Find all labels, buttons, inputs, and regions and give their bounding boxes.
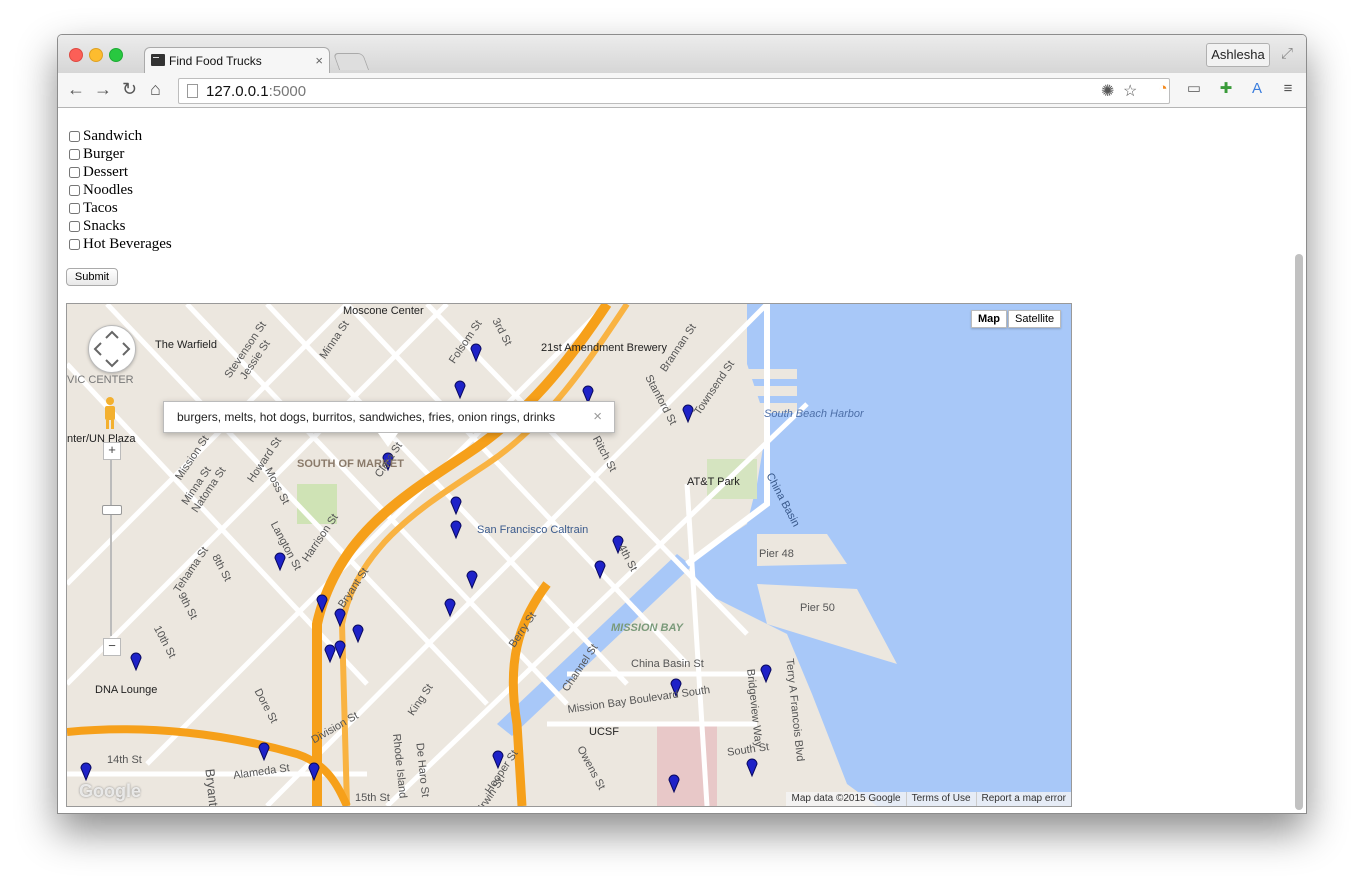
place-label: San Francisco Caltrain <box>477 524 589 536</box>
food-truck-marker[interactable] <box>454 380 466 400</box>
terminal-icon <box>151 54 165 66</box>
pier <box>747 386 797 396</box>
window-maximize-button[interactable] <box>109 48 123 62</box>
submit-button[interactable]: Submit <box>66 268 118 286</box>
pan-arrows-icon <box>93 330 131 368</box>
pegman-icon[interactable] <box>103 396 117 430</box>
place-label: DNA Lounge <box>95 684 158 696</box>
browser-toolbar: ← → ↻ ⌂ 127.0.0.1:5000 ✺ ☆ ◔ ▭ ✚ A ≡ <box>58 73 1306 108</box>
fullscreen-icon[interactable]: ⤢ <box>1281 45 1293 62</box>
food-truck-marker[interactable] <box>444 598 456 618</box>
category-burger: Burger <box>68 145 172 163</box>
zoom-slider-handle[interactable] <box>102 505 122 515</box>
back-arrow-icon[interactable]: ← <box>67 79 85 99</box>
map-type-satellite-button[interactable]: Satellite <box>1008 310 1062 328</box>
window-close-button[interactable] <box>69 48 83 62</box>
map-container[interactable]: Moscone Center The Warfield 21st Amendme… <box>66 303 1072 807</box>
browser-window: Find Food Trucks × Ashlesha ⤢ ← → ↻ ⌂ 12… <box>57 34 1307 814</box>
category-dessert: Dessert <box>68 163 172 181</box>
map-data-credit: Map data ©2015 Google <box>791 793 901 804</box>
sandwich-checkbox[interactable] <box>69 130 80 142</box>
rss-icon[interactable]: ◔ <box>1154 80 1172 98</box>
food-truck-marker[interactable] <box>466 570 478 590</box>
place-label: nter/UN Plaza <box>67 433 136 445</box>
reload-icon[interactable]: ↻ <box>122 79 137 99</box>
tab-title: Find Food Trucks <box>169 54 262 68</box>
snacks-checkbox[interactable] <box>69 220 80 232</box>
window-minimize-button[interactable] <box>89 48 103 62</box>
zoom-out-button[interactable]: − <box>103 638 121 656</box>
map-attribution: Map data ©2015 Google Terms of Use Repor… <box>786 792 1071 806</box>
food-truck-marker[interactable] <box>746 758 758 778</box>
food-truck-marker[interactable] <box>450 496 462 516</box>
pan-control[interactable] <box>88 325 136 373</box>
zoom-slider-track[interactable] <box>110 460 112 636</box>
food-truck-marker[interactable] <box>760 664 772 684</box>
bookmark-star-icon[interactable]: ☆ <box>1123 81 1137 101</box>
title-bar: Find Food Trucks × Ashlesha ⤢ <box>58 35 1306 74</box>
food-truck-marker[interactable] <box>258 742 270 762</box>
category-tacos: Tacos <box>68 199 172 217</box>
google-logo: Google <box>79 781 141 801</box>
new-tab-button[interactable] <box>332 53 370 70</box>
page-scrollbar[interactable] <box>1294 110 1304 810</box>
url-text: 127.0.0.1:5000 <box>206 83 307 100</box>
profile-button[interactable]: Ashlesha <box>1206 43 1270 67</box>
place-label: VIC CENTER <box>67 374 134 386</box>
close-icon[interactable]: × <box>593 408 602 425</box>
hot-beverages-checkbox[interactable] <box>69 238 80 250</box>
translate-icon[interactable]: A <box>1248 80 1266 98</box>
food-truck-marker[interactable] <box>450 520 462 540</box>
food-truck-marker[interactable] <box>682 404 694 424</box>
tacos-checkbox[interactable] <box>69 202 80 214</box>
food-truck-marker[interactable] <box>352 624 364 644</box>
category-hot-beverages: Hot Beverages <box>68 235 172 253</box>
forward-arrow-icon[interactable]: → <box>94 79 112 99</box>
food-truck-marker[interactable] <box>80 762 92 782</box>
category-snacks: Snacks <box>68 217 172 235</box>
report-map-error-link[interactable]: Report a map error <box>975 792 1071 806</box>
tab-find-food-trucks[interactable]: Find Food Trucks × <box>144 47 330 74</box>
place-label: Pier 50 <box>800 602 835 614</box>
food-truck-marker[interactable] <box>324 644 336 664</box>
category-noodles: Noodles <box>68 181 172 199</box>
dessert-checkbox[interactable] <box>69 166 80 178</box>
street-label: 15th St <box>355 792 390 804</box>
extension-icon[interactable]: ✺ <box>1101 81 1114 101</box>
menu-icon[interactable]: ≡ <box>1279 80 1297 98</box>
bay-water <box>687 304 1071 806</box>
place-label: UCSF <box>589 726 619 738</box>
place-label: 21st Amendment Brewery <box>541 342 667 354</box>
zoom-in-button[interactable]: + <box>103 442 121 460</box>
place-label: The Warfield <box>155 339 217 351</box>
page-icon <box>187 84 198 98</box>
scrollbar-thumb[interactable] <box>1295 254 1303 810</box>
terms-of-use-link[interactable]: Terms of Use <box>905 792 976 806</box>
home-icon[interactable]: ⌂ <box>150 79 161 99</box>
category-form: Sandwich Burger Dessert Noodles Tacos Sn… <box>68 127 172 253</box>
info-window-text: burgers, melts, hot dogs, burritos, sand… <box>177 410 556 424</box>
address-bar[interactable]: 127.0.0.1:5000 ✺ ☆ <box>178 78 1170 104</box>
page-content: Sandwich Burger Dessert Noodles Tacos Sn… <box>58 108 1306 813</box>
street-label: 14th St <box>107 754 142 766</box>
info-window-tail <box>378 433 398 447</box>
category-sandwich: Sandwich <box>68 127 172 145</box>
puzzle-icon[interactable]: ✚ <box>1217 80 1235 98</box>
close-icon[interactable]: × <box>315 53 323 68</box>
place-label: Moscone Center <box>343 305 424 317</box>
info-window: burgers, melts, hot dogs, burritos, sand… <box>163 401 615 447</box>
food-truck-marker[interactable] <box>130 652 142 672</box>
place-label: MISSION BAY <box>611 622 683 634</box>
burger-checkbox[interactable] <box>69 148 80 160</box>
cast-icon[interactable]: ▭ <box>1185 80 1203 98</box>
noodles-checkbox[interactable] <box>69 184 80 196</box>
place-label: AT&T Park <box>687 476 740 488</box>
place-label: South Beach Harbor <box>764 408 864 420</box>
pier <box>747 369 797 379</box>
street-label: China Basin St <box>631 658 704 670</box>
freeway-80 <box>312 304 612 806</box>
map-type-map-button[interactable]: Map <box>971 310 1007 328</box>
place-label: Pier 48 <box>759 548 794 560</box>
